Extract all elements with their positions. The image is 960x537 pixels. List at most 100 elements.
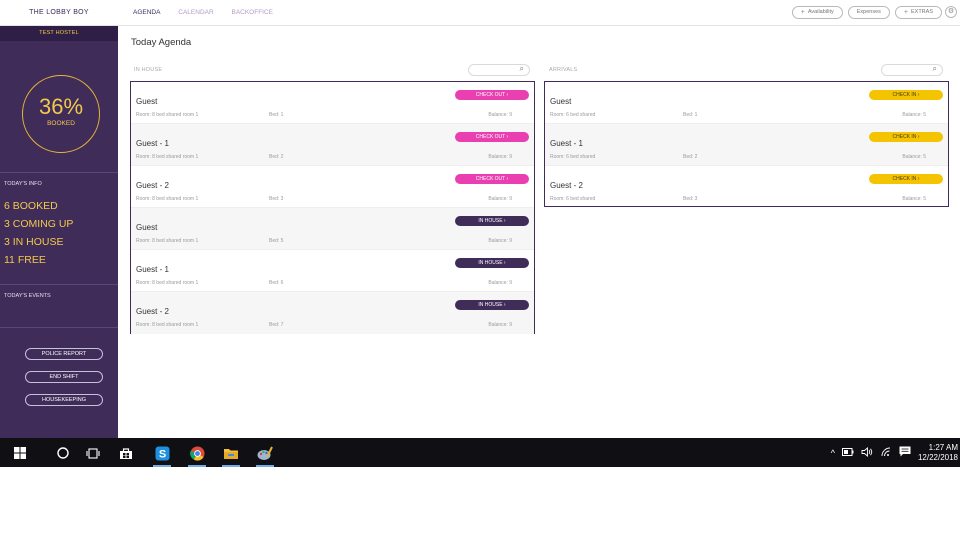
list-item[interactable]: Guest Room: 8 bed shared room 1 Bed: 1 B… xyxy=(131,82,534,124)
guest-name: Guest - 2 xyxy=(136,307,169,316)
guest-name: Guest - 1 xyxy=(136,265,169,274)
bed-info: Bed: 2 xyxy=(269,154,284,160)
app-logo[interactable]: THE LOBBY BOY xyxy=(0,0,118,26)
list-item[interactable]: Guest - 1 Room: 8 bed shared room 1 Bed:… xyxy=(131,124,534,166)
skype-icon[interactable]: S xyxy=(151,443,173,467)
list-item[interactable]: Guest - 1 Room: 6 bed shared Bed: 2 Bala… xyxy=(545,124,948,166)
check-in-label: CHECK IN xyxy=(892,92,917,98)
list-item[interactable]: Guest - 2 Room: 6 bed shared Bed: 3 Bala… xyxy=(545,166,948,208)
top-bar: THE LOBBY BOY AGENDA CALENDAR BACKOFFICE… xyxy=(0,0,960,26)
bed-info: Bed: 6 xyxy=(269,280,284,286)
list-item[interactable]: Guest - 1 Room: 8 bed shared room 1 Bed:… xyxy=(131,250,534,292)
guest-name: Guest - 1 xyxy=(136,139,169,148)
end-shift-button[interactable]: END SHIFT xyxy=(25,371,103,383)
list-item[interactable]: Guest - 2 Room: 8 bed shared room 1 Bed:… xyxy=(131,166,534,208)
nav-calendar[interactable]: CALENDAR xyxy=(178,9,213,16)
housekeeping-button[interactable]: HOUSEKEEPING xyxy=(25,394,103,406)
room-info: Room: 8 bed shared room 1 xyxy=(136,280,199,286)
bed-info: Bed: 2 xyxy=(683,154,698,160)
bed-info: Bed: 1 xyxy=(683,112,698,118)
divider xyxy=(0,327,118,328)
divider xyxy=(0,172,118,173)
notification-icon[interactable] xyxy=(899,446,911,459)
battery-icon[interactable] xyxy=(841,447,854,458)
room-info: Room: 6 bed shared xyxy=(550,196,596,202)
top-actions: + Availability Expenses + EXTRAS xyxy=(791,6,942,20)
hostel-name: TEST HOSTEL xyxy=(0,26,118,41)
guest-name: Guest xyxy=(136,97,158,106)
in-house-label: IN HOUSE xyxy=(478,260,503,266)
in-house-search-input[interactable]: ⌕ xyxy=(468,64,530,76)
booked-percentage: 36% xyxy=(38,94,84,119)
page-title: Today Agenda xyxy=(131,37,192,48)
volume-icon[interactable] xyxy=(861,446,873,459)
room-info: Room: 6 bed shared xyxy=(550,154,596,160)
balance-info: Balance: 5 xyxy=(902,154,926,160)
store-icon[interactable] xyxy=(117,443,135,463)
windows-start-icon[interactable] xyxy=(11,443,29,463)
expenses-button[interactable]: Expenses xyxy=(847,6,890,19)
list-item[interactable]: Guest - 2 Room: 8 bed shared room 1 Bed:… xyxy=(131,292,534,334)
in-house-button[interactable]: IN HOUSE › xyxy=(455,216,529,226)
paint-icon[interactable] xyxy=(254,443,276,467)
room-info: Room: 8 bed shared room 1 xyxy=(136,112,199,118)
in-house-button[interactable]: IN HOUSE › xyxy=(455,300,529,310)
list-item[interactable]: Guest Room: 8 bed shared room 1 Bed: 5 B… xyxy=(131,208,534,250)
main-nav: AGENDA CALENDAR BACKOFFICE xyxy=(133,0,289,26)
check-out-label: CHECK OUT xyxy=(475,176,506,182)
balance-info: Balance: 9 xyxy=(488,196,512,202)
svg-text:S: S xyxy=(158,448,165,460)
settings-icon[interactable]: ⚙ xyxy=(945,6,957,18)
todays-info-title: TODAY'S INFO xyxy=(4,181,42,187)
todays-events-title: TODAY'S EVENTS xyxy=(4,293,51,299)
balance-info: Balance: 9 xyxy=(488,280,512,286)
extras-button[interactable]: + EXTRAS xyxy=(894,6,942,19)
stat-in-house: 3 IN HOUSE xyxy=(4,236,64,248)
availability-label: Availability xyxy=(807,9,834,15)
chrome-icon[interactable] xyxy=(186,443,208,467)
booked-label: BOOKED xyxy=(47,120,75,127)
wifi-icon[interactable] xyxy=(880,447,892,459)
guest-name: Guest xyxy=(550,97,572,106)
check-in-button[interactable]: CHECK IN › xyxy=(869,174,943,184)
bed-info: Bed: 3 xyxy=(683,196,698,202)
check-in-button[interactable]: CHECK IN › xyxy=(869,132,943,142)
expenses-label: Expenses xyxy=(856,9,881,15)
room-info: Room: 8 bed shared room 1 xyxy=(136,238,199,244)
plus-icon: + xyxy=(800,9,805,16)
balance-info: Balance: 9 xyxy=(488,238,512,244)
check-out-button[interactable]: CHECK OUT › xyxy=(455,132,529,142)
clock[interactable]: 1:27 AM 12/22/2018 xyxy=(918,443,958,463)
task-view-icon[interactable] xyxy=(84,443,102,463)
divider xyxy=(0,284,118,285)
check-in-button[interactable]: CHECK IN › xyxy=(869,90,943,100)
list-item[interactable]: Guest Room: 6 bed shared Bed: 1 Balance:… xyxy=(545,82,948,124)
in-house-list: Guest Room: 8 bed shared room 1 Bed: 1 B… xyxy=(130,81,535,334)
in-house-label: IN HOUSE xyxy=(478,302,503,308)
guest-name: Guest - 2 xyxy=(136,181,169,190)
availability-button[interactable]: + Availability xyxy=(791,6,843,19)
in-house-label: IN HOUSE xyxy=(478,218,503,224)
arrivals-search-input[interactable]: ⌕ xyxy=(881,64,943,76)
in-house-button[interactable]: IN HOUSE › xyxy=(455,258,529,268)
chevron-up-icon[interactable]: ^ xyxy=(831,448,835,458)
nav-backoffice[interactable]: BACKOFFICE xyxy=(231,9,273,16)
search-icon: ⌕ xyxy=(519,64,524,73)
nav-agenda[interactable]: AGENDA xyxy=(133,9,160,16)
balance-info: Balance: 5 xyxy=(902,196,926,202)
balance-info: Balance: 9 xyxy=(488,322,512,328)
check-out-button[interactable]: CHECK OUT › xyxy=(455,174,529,184)
booked-ring: 36% BOOKED xyxy=(22,75,100,153)
check-out-label: CHECK OUT xyxy=(475,134,506,140)
guest-name: Guest - 2 xyxy=(550,181,583,190)
system-tray: ^ 1:27 AM 12/22/2018 xyxy=(831,438,960,467)
cortana-search-icon[interactable] xyxy=(54,443,72,463)
police-report-button[interactable]: POLICE REPORT xyxy=(25,348,103,360)
check-out-button[interactable]: CHECK OUT › xyxy=(455,90,529,100)
check-out-label: CHECK OUT xyxy=(475,92,506,98)
guest-name: Guest xyxy=(136,223,158,232)
arrivals-heading: ARRIVALS xyxy=(549,67,578,73)
blank-area xyxy=(0,467,960,537)
balance-info: Balance: 9 xyxy=(488,112,512,118)
file-explorer-icon[interactable] xyxy=(220,443,242,467)
